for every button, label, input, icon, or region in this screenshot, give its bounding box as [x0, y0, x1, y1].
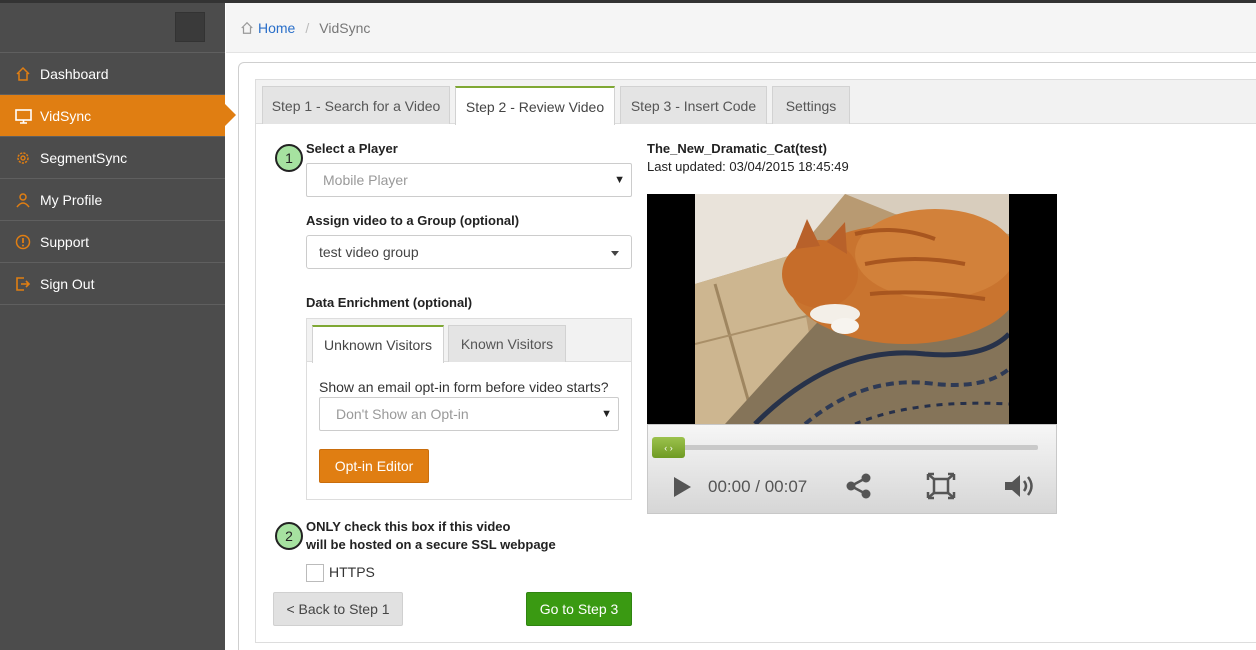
enrichment-label: Data Enrichment (optional) — [306, 295, 473, 310]
player-label: Select a Player — [306, 141, 398, 156]
sidebar-item-label: My Profile — [40, 191, 103, 208]
https-checkbox[interactable] — [306, 564, 324, 582]
sidebar-item-label: Support — [40, 233, 90, 250]
tab-label: Step 2 - Review Video — [465, 98, 605, 115]
video-title: The_New_Dramatic_Cat(test) — [647, 141, 827, 156]
sign-out-icon — [14, 275, 32, 293]
sidebar-header — [0, 3, 225, 53]
chevron-down-icon — [611, 251, 619, 256]
player-select-value: Mobile Player — [323, 172, 408, 188]
optin-select[interactable]: Don't Show an Opt-in ▼ — [319, 397, 619, 431]
play-icon[interactable] — [668, 473, 696, 501]
sidebar-item-vidsync[interactable]: VidSync — [0, 95, 236, 137]
group-select-value: test video group — [319, 244, 419, 260]
user-icon — [14, 191, 32, 209]
tab-settings[interactable]: Settings — [772, 86, 850, 124]
go-to-step-3-button[interactable]: Go to Step 3 — [526, 592, 632, 626]
https-label: HTTPS — [329, 564, 375, 580]
tab-step-3[interactable]: Step 3 - Insert Code — [620, 86, 767, 124]
optin-editor-button[interactable]: Opt-in Editor — [319, 449, 429, 483]
player-controls: ‹ › 00:00 / 00:07 — [647, 424, 1057, 514]
breadcrumb-current: VidSync — [319, 19, 371, 36]
tab-step-1[interactable]: Step 1 - Search for a Video — [262, 86, 450, 124]
breadcrumb-separator: / — [305, 19, 310, 36]
sidebar-item-my-profile[interactable]: My Profile — [0, 179, 225, 221]
volume-icon[interactable] — [1002, 471, 1038, 501]
breadcrumb: Home / VidSync — [226, 3, 1256, 53]
caret-down-icon: ▼ — [614, 174, 625, 186]
sidebar-item-support[interactable]: Support — [0, 221, 225, 263]
group-select[interactable]: test video group — [306, 235, 632, 269]
player-select[interactable]: Mobile Player ▼ — [306, 163, 632, 197]
tab-label: Known Visitors — [460, 336, 554, 352]
time-display: 00:00 / 00:07 — [708, 477, 808, 496]
ssl-note-line-1: ONLY check this box if this video — [306, 519, 511, 534]
step-2-badge: 2 — [275, 522, 303, 550]
tab-label: Unknown Visitors — [324, 337, 432, 353]
tab-label: Step 1 - Search for a Video — [271, 97, 441, 114]
video-player[interactable]: ‹ › 00:00 / 00:07 — [647, 194, 1057, 514]
video-thumbnail — [695, 194, 1009, 424]
sidebar-item-dashboard[interactable]: Dashboard — [0, 53, 225, 95]
video-frame[interactable] — [695, 194, 1009, 424]
share-icon[interactable] — [844, 471, 874, 501]
caret-down-icon: ▼ — [601, 408, 612, 420]
sidebar-item-segmentsync[interactable]: SegmentSync — [0, 137, 225, 179]
alert-icon — [14, 233, 32, 251]
breadcrumb-home-label: Home — [258, 19, 296, 36]
tab-known-visitors[interactable]: Known Visitors — [448, 325, 566, 362]
sidebar-item-sign-out[interactable]: Sign Out — [0, 263, 225, 305]
seek-handle[interactable]: ‹ › — [652, 437, 685, 458]
sidebar-item-label: VidSync — [40, 107, 92, 124]
sidebar-toggle-button[interactable] — [175, 12, 205, 42]
breadcrumb-home-link[interactable]: Home — [240, 20, 295, 36]
sidebar-item-label: SegmentSync — [40, 149, 128, 166]
step-1-badge: 1 — [275, 144, 303, 172]
tab-label: Settings — [785, 97, 837, 114]
tab-label: Step 3 - Insert Code — [630, 97, 757, 114]
tab-unknown-visitors[interactable]: Unknown Visitors — [312, 325, 444, 363]
sidebar-item-label: Dashboard — [40, 65, 109, 82]
fullscreen-icon[interactable] — [925, 471, 957, 501]
sidebar: Dashboard VidSync SegmentSync My Profile… — [0, 3, 236, 650]
tab-step-2[interactable]: Step 2 - Review Video — [455, 86, 615, 125]
sidebar-item-label: Sign Out — [40, 275, 95, 292]
monitor-icon — [14, 107, 32, 125]
home-icon — [14, 65, 32, 83]
gear-icon — [14, 149, 32, 167]
optin-question: Show an email opt-in form before video s… — [319, 379, 609, 395]
group-label: Assign video to a Group (optional) — [306, 213, 520, 228]
optin-select-value: Don't Show an Opt-in — [336, 406, 469, 422]
ssl-note: ONLY check this box if this video will b… — [306, 518, 556, 554]
home-icon — [241, 21, 253, 34]
back-to-step-1-button[interactable]: < Back to Step 1 — [273, 592, 403, 626]
video-last-updated: Last updated: 03/04/2015 18:45:49 — [647, 159, 849, 174]
ssl-note-line-2: will be hosted on a secure SSL webpage — [306, 537, 556, 552]
seek-bar[interactable] — [658, 445, 1038, 450]
